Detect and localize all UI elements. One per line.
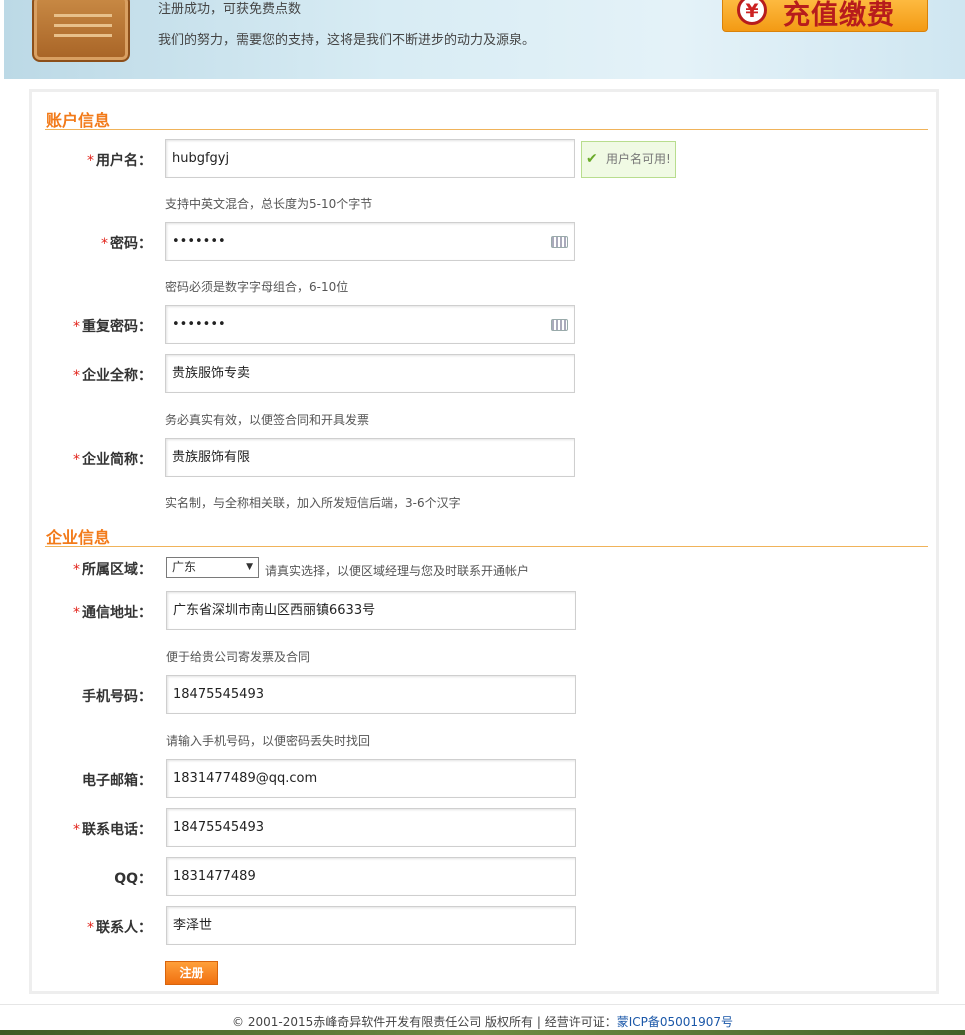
keyboard-icon[interactable] (551, 319, 568, 331)
banner-line-1: 注册成功，可获免费点数 (158, 2, 302, 17)
username-input[interactable]: hubgfgyj (165, 139, 575, 178)
confirm-password-input[interactable]: ••••••• (165, 305, 575, 344)
region-select[interactable]: 广东 ▼ (166, 557, 259, 578)
yen-icon: ¥ (737, 0, 767, 25)
company-short-name-label: * 企业简称： (73, 452, 152, 468)
document-icon (32, 0, 130, 62)
company-full-name-label: * 企业全称： (73, 368, 152, 384)
address-hint: 便于给贵公司寄发票及合同 (166, 650, 311, 664)
confirm-password-label: * 重复密码： (73, 319, 152, 335)
region-label: * 所属区域： (73, 562, 152, 578)
password-hint: 密码必须是数字字母组合，6-10位 (165, 280, 349, 294)
company-full-name-input[interactable]: 贵族服饰专卖 (165, 354, 575, 393)
dropdown-arrow-icon: ▼ (246, 562, 253, 572)
keyboard-icon[interactable] (551, 236, 568, 248)
password-label: * 密码： (101, 236, 152, 252)
mobile-hint: 请输入手机号码，以便密码丢失时找回 (166, 734, 371, 748)
top-banner: 注册成功，可获免费点数 我们的努力，需要您的支持，这将是我们不断进步的动力及源泉… (4, 0, 965, 79)
contact-label: * 联系人： (87, 920, 152, 936)
phone-label: * 联系电话： (73, 822, 152, 838)
address-label: * 通信地址： (73, 605, 152, 621)
qq-input[interactable]: 1831477489 (166, 857, 576, 896)
company-short-name-hint: 实名制，与全称相关联，加入所发短信后端，3-6个汉字 (165, 496, 461, 510)
footer-divider (0, 1004, 965, 1005)
mobile-input[interactable]: 18475545493 (166, 675, 576, 714)
address-input[interactable]: 广东省深圳市南山区西丽镇6633号 (166, 591, 576, 630)
footer: © 2001-2015赤峰奇异软件开发有限责任公司 版权所有 | 经营许可证：蒙… (0, 1013, 965, 1030)
username-available-tip: ✔ 用户名可用! (581, 141, 676, 178)
recharge-button[interactable]: ¥ 充值缴费 (722, 0, 928, 32)
recharge-label: 充值缴费 (783, 0, 895, 31)
email-input[interactable]: 1831477489@qq.com (166, 759, 576, 798)
icp-link[interactable]: 蒙ICP备05001907号 (617, 1015, 733, 1029)
phone-input[interactable]: 18475545493 (166, 808, 576, 847)
company-short-name-input[interactable]: 贵族服饰有限 (165, 438, 575, 477)
email-label: 电子邮箱： (82, 773, 152, 789)
copyright-text: © 2001-2015赤峰奇异软件开发有限责任公司 版权所有 | 经营许可证： (232, 1015, 617, 1029)
company-section-title: 企业信息 (46, 528, 111, 547)
register-button[interactable]: 注册 (165, 961, 218, 985)
account-section-title: 账户信息 (46, 111, 111, 130)
banner-line-2: 我们的努力，需要您的支持，这将是我们不断进步的动力及源泉。 (158, 33, 536, 48)
username-label: * 用户名： (87, 153, 152, 169)
bottom-bar (0, 1030, 965, 1035)
mobile-label: 手机号码： (82, 689, 152, 705)
username-hint: 支持中英文混合，总长度为5-10个字节 (165, 197, 373, 211)
region-hint: 请真实选择，以便区域经理与您及时联系开通帐户 (265, 564, 530, 578)
check-icon: ✔ (586, 151, 598, 167)
registration-form: 账户信息 * 用户名： hubgfgyj ✔ 用户名可用! 支持中英文混合，总长度为… (29, 89, 939, 994)
company-section-divider (45, 546, 928, 547)
password-input[interactable]: ••••••• (165, 222, 575, 261)
company-full-name-hint: 务必真实有效，以便签合同和开具发票 (165, 413, 370, 427)
account-section-divider (45, 129, 928, 130)
contact-input[interactable]: 李泽世 (166, 906, 576, 945)
qq-label: QQ： (114, 871, 152, 887)
